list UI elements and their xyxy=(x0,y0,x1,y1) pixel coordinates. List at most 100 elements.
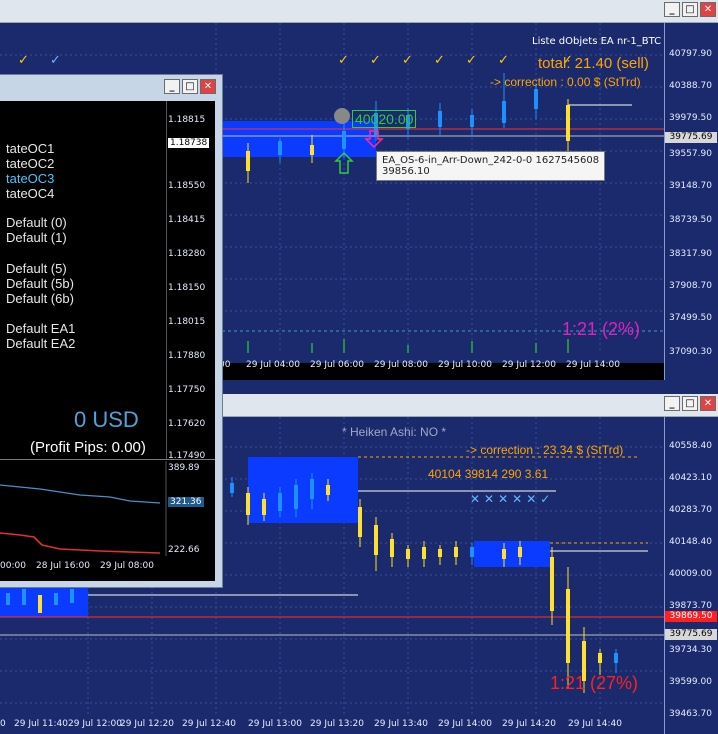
price-label: 40283.70 xyxy=(669,505,712,515)
price-label: 1.17750 xyxy=(168,385,206,395)
tooltip-line1: EA_OS-6-in_Arr-Down_242-0-0 1627545608 xyxy=(382,155,600,166)
list-item: Default (6b) xyxy=(6,291,74,306)
zone-box xyxy=(0,587,88,617)
correction-label: -> correction : 0.00 $ (StTrd) xyxy=(490,75,641,89)
price-label: 40423.10 xyxy=(669,473,712,483)
price-label: 321.36 xyxy=(168,497,204,507)
time-label: 00:00 xyxy=(0,561,26,571)
dialog-titlebar[interactable]: _ □ ✕ xyxy=(0,75,222,99)
price-label: 39557.90 xyxy=(669,149,712,159)
minimize-icon[interactable]: _ xyxy=(664,2,680,17)
minimize-icon[interactable]: _ xyxy=(664,396,680,411)
price-label: 1.18815 xyxy=(168,115,206,125)
restore-icon[interactable]: □ xyxy=(182,79,198,94)
price-label: 1.17620 xyxy=(168,419,206,429)
top-window-titlebar[interactable]: _ □ ✕ xyxy=(0,0,718,23)
list-item: tateOC3 xyxy=(6,171,55,186)
price-label: 39873.70 xyxy=(669,601,712,611)
check-icon: ✓ xyxy=(402,53,413,68)
check-icon: ✓ xyxy=(498,53,509,68)
ratio-label: 1:21 (2%) xyxy=(562,319,641,339)
time-label: 0 xyxy=(0,719,6,729)
time-label: 29 Jul 14:20 xyxy=(502,719,556,729)
price-label: 222.66 xyxy=(168,545,200,555)
price-label: 40558.40 xyxy=(669,441,712,451)
time-label: 29 Jul 13:40 xyxy=(374,719,428,729)
list-item: Default (1) xyxy=(6,230,67,245)
heiken-ashi-label: * Heiken Ashi: NO * xyxy=(342,425,447,439)
close-icon[interactable]: ✕ xyxy=(700,2,716,17)
time-label: 29 Jul 04:00 xyxy=(246,360,300,370)
time-label: 29 Jul 11:40 xyxy=(14,719,68,729)
list-item: Default EA1 xyxy=(6,321,76,336)
floating-chart-window[interactable]: _ □ ✕ tateOC1 tateOC2 tateOC3 tateOC4 De… xyxy=(0,74,223,588)
price-label: 389.89 xyxy=(168,463,200,473)
price-label: 1.18738 xyxy=(168,138,210,148)
time-label: 29 Jul 12:00 xyxy=(502,360,556,370)
time-label: 29 Jul 13:00 xyxy=(248,719,302,729)
time-label: 29 Jul 13:20 xyxy=(310,719,364,729)
price-label: 39599.00 xyxy=(669,677,712,687)
entry-marker-icon xyxy=(334,108,350,124)
ratio-label: 1:21 (27%) xyxy=(550,673,639,693)
time-label: 29 Jul 12:20 xyxy=(120,719,174,729)
red-price-tag: 39869.50 xyxy=(665,611,717,622)
time-label: 29 Jul 12:00 xyxy=(68,719,122,729)
time-label: 29 Jul 12:40 xyxy=(182,719,236,729)
price-label: 1.18150 xyxy=(168,283,206,293)
time-label: 29 Jul 08:00 xyxy=(100,561,154,571)
bid-price-tag: 39775.69 xyxy=(665,132,717,143)
minimize-icon[interactable]: _ xyxy=(164,79,180,94)
restore-icon[interactable]: □ xyxy=(682,396,698,411)
profit-pips-value: (Profit Pips: 0.00) xyxy=(30,439,146,456)
price-label: 1.18550 xyxy=(168,181,206,191)
close-icon[interactable]: ✕ xyxy=(700,396,716,411)
check-icon: ✓ xyxy=(50,53,61,68)
price-label: 37908.70 xyxy=(669,281,712,291)
bottom-price-scale[interactable]: 40558.40 40423.10 40283.70 40148.40 4000… xyxy=(664,417,718,734)
time-label: 29 Jul 14:00 xyxy=(566,360,620,370)
time-label: 29 Jul 10:00 xyxy=(438,360,492,370)
dialog-chart: tateOC1 tateOC2 tateOC3 tateOC4 Default … xyxy=(0,101,215,581)
list-item: Default (0) xyxy=(6,215,67,230)
total-label: total: 21.40 (sell) xyxy=(538,55,649,72)
list-item: Default (5b) xyxy=(6,276,74,291)
list-item: tateOC4 xyxy=(6,186,55,201)
usd-value: 0 USD xyxy=(74,407,139,432)
price-label: 37499.50 xyxy=(669,313,712,323)
price-label: 40148.40 xyxy=(669,537,712,547)
price-label: 39463.70 xyxy=(669,709,712,719)
restore-icon[interactable]: □ xyxy=(682,2,698,17)
price-label: 38739.50 xyxy=(669,215,712,225)
check-icon: ✓ xyxy=(466,53,477,68)
price-label: 39148.70 xyxy=(669,181,712,191)
ea-label: Liste dObjets EA nr-1_BTC xyxy=(532,36,662,47)
check-icon: ✓ xyxy=(434,53,445,68)
price-label: 38317.90 xyxy=(669,249,712,259)
price-label: 1.18415 xyxy=(168,215,206,225)
close-icon[interactable]: ✕ xyxy=(200,79,216,94)
time-label: 29 Jul 14:00 xyxy=(438,719,492,729)
price-label: 39734.30 xyxy=(669,645,712,655)
top-price-scale[interactable]: 40797.90 40388.70 39979.50 39775.69 3955… xyxy=(664,23,718,380)
time-label: 28 Jul 16:00 xyxy=(36,561,90,571)
price-label: 37090.30 xyxy=(669,347,712,357)
correction-label: -> correction : 23.34 $ (StTrd) xyxy=(466,443,624,457)
check-icon: ✓ xyxy=(338,53,349,68)
zone-box xyxy=(474,541,550,567)
object-tooltip: EA_OS-6-in_Arr-Down_242-0-0 1627545608 3… xyxy=(376,151,606,181)
list-item: tateOC1 xyxy=(6,141,55,156)
price-label: 1.18280 xyxy=(168,249,206,259)
price-label: 39979.50 xyxy=(669,113,712,123)
price-label: 40009.00 xyxy=(669,569,712,579)
price-label: 1.18015 xyxy=(168,317,206,327)
entry-price-label: 40020.00 xyxy=(352,110,417,128)
time-label: 29 Jul 14:40 xyxy=(568,719,622,729)
levels-label: 40104 39814 290 3.61 xyxy=(428,467,549,481)
price-label: 40388.70 xyxy=(669,81,712,91)
list-item: Default EA2 xyxy=(6,336,76,351)
x-markers-icon: ✕✕✕✕✕✓ xyxy=(470,492,555,506)
list-item: tateOC2 xyxy=(6,156,55,171)
price-label: 40797.90 xyxy=(669,49,712,59)
time-label: 29 Jul 08:00 xyxy=(374,360,428,370)
